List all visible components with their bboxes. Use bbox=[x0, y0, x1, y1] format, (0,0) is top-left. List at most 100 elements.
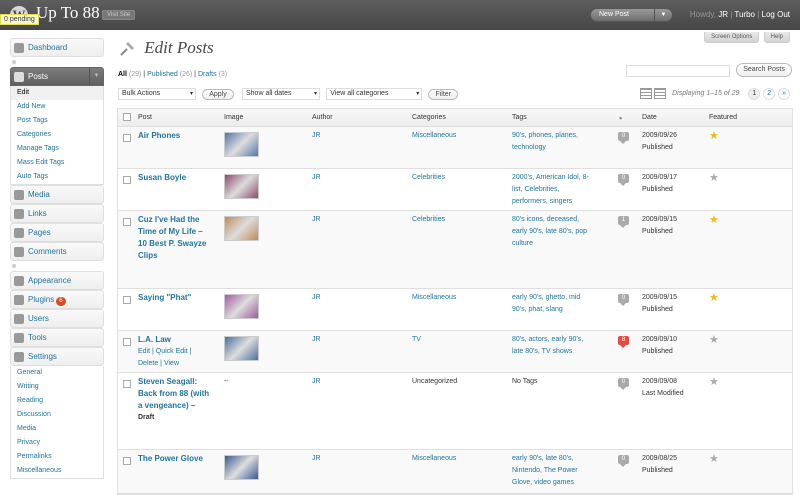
post-title-link[interactable]: Cuz I've Had the bbox=[138, 215, 199, 224]
filter-published-link[interactable]: Published bbox=[147, 71, 178, 78]
comment-count-bubble[interactable]: 8 bbox=[618, 336, 629, 348]
row-checkbox[interactable] bbox=[123, 134, 131, 142]
row-checkbox[interactable] bbox=[123, 380, 131, 388]
post-title-link[interactable]: Back from 88 (with bbox=[138, 389, 209, 398]
menu-media[interactable]: Media bbox=[10, 185, 104, 204]
tag-links[interactable]: list, Celebrities, bbox=[512, 186, 559, 193]
comment-count-bubble[interactable]: 1 bbox=[618, 216, 629, 228]
author-name[interactable]: JR bbox=[312, 294, 321, 301]
submenu-add-new[interactable]: Add New bbox=[11, 100, 103, 114]
author-name[interactable]: JR bbox=[312, 216, 321, 223]
list-view-icon[interactable] bbox=[640, 88, 653, 99]
tag-links[interactable]: culture bbox=[512, 240, 533, 247]
column-author[interactable]: Author bbox=[312, 114, 333, 121]
date-filter-select[interactable]: Show all dates ▾ bbox=[241, 88, 320, 100]
filter-drafts-link[interactable]: Drafts bbox=[198, 71, 217, 78]
comment-count-bubble[interactable]: 0 bbox=[618, 455, 629, 467]
author-name[interactable]: JR bbox=[312, 336, 321, 343]
comment-count-bubble[interactable]: 0 bbox=[618, 294, 629, 306]
tag-links[interactable]: early 90's, ghetto, mid bbox=[512, 294, 580, 301]
select-all-checkbox[interactable] bbox=[123, 113, 131, 121]
tag-links[interactable]: 90's, phones, planes, bbox=[512, 132, 578, 139]
featured-star-icon[interactable]: ★ bbox=[709, 173, 719, 184]
menu-pages[interactable]: Pages bbox=[10, 223, 104, 242]
featured-star-icon[interactable]: ★ bbox=[709, 335, 719, 346]
featured-star-icon[interactable]: ★ bbox=[709, 131, 719, 142]
menu-appearance[interactable]: Appearance bbox=[10, 271, 104, 290]
quick-edit-link[interactable]: Quick Edit bbox=[156, 348, 188, 355]
column-post[interactable]: Post bbox=[138, 114, 152, 121]
submenu-edit[interactable]: Edit bbox=[11, 86, 103, 100]
category-link[interactable]: Celebrities bbox=[412, 216, 445, 223]
comment-count-bubble[interactable]: 0 bbox=[618, 174, 629, 186]
site-title[interactable]: Up To 88 bbox=[36, 3, 100, 23]
tag-links[interactable]: Glove, video games bbox=[512, 479, 574, 486]
menu-links[interactable]: Links bbox=[10, 204, 104, 223]
tag-links[interactable]: late 80's, TV shows bbox=[512, 348, 572, 355]
post-title-link[interactable]: 10 Best P. Swayze bbox=[138, 239, 206, 248]
author-link[interactable]: JR bbox=[312, 453, 321, 465]
author-name[interactable]: JR bbox=[312, 132, 321, 139]
menu-comments[interactable]: Comments bbox=[10, 242, 104, 261]
menu-plugins[interactable]: Plugins 6 bbox=[10, 290, 104, 309]
menu-dashboard[interactable]: Dashboard bbox=[10, 38, 104, 57]
edit-link[interactable]: Edit bbox=[138, 348, 150, 355]
turbo-link[interactable]: Turbo bbox=[734, 10, 755, 19]
post-title-link[interactable]: Susan Boyle bbox=[138, 173, 186, 182]
bulk-actions-select[interactable]: Bulk Actions ▾ bbox=[118, 88, 196, 100]
submenu-media[interactable]: Media bbox=[11, 422, 103, 436]
row-checkbox[interactable] bbox=[123, 457, 131, 465]
submenu-auto-tags[interactable]: Auto Tags bbox=[11, 170, 103, 184]
tag-links[interactable]: 90's, phat, slang bbox=[512, 306, 563, 313]
tag-links[interactable]: early 90's, late 80's, bbox=[512, 455, 573, 462]
submenu-categories[interactable]: Categories bbox=[11, 128, 103, 142]
post-title-link[interactable]: Clips bbox=[138, 251, 158, 260]
category-link[interactable]: Miscellaneous bbox=[412, 132, 456, 139]
submenu-miscellaneous[interactable]: Miscellaneous bbox=[11, 464, 103, 478]
submenu-discussion[interactable]: Discussion bbox=[11, 408, 103, 422]
submenu-general[interactable]: General bbox=[11, 366, 103, 380]
post-title-link[interactable]: L.A. Law bbox=[138, 335, 171, 344]
author-link[interactable]: JR bbox=[312, 214, 321, 226]
tag-links[interactable]: early 90's, late 80's, pop bbox=[512, 228, 587, 235]
author-link[interactable]: JR bbox=[312, 334, 321, 346]
submenu-permalinks[interactable]: Permalinks bbox=[11, 450, 103, 464]
post-title-link[interactable]: Steven Seagall: bbox=[138, 377, 197, 386]
submenu-reading[interactable]: Reading bbox=[11, 394, 103, 408]
page-number-link[interactable]: 2 bbox=[763, 88, 776, 101]
category-link[interactable]: Miscellaneous bbox=[412, 294, 456, 301]
search-input[interactable] bbox=[626, 64, 730, 77]
username-link[interactable]: JR bbox=[718, 10, 728, 19]
post-title-link[interactable]: Time of My Life – bbox=[138, 227, 203, 236]
post-title-link[interactable]: Saying "Phat" bbox=[138, 293, 191, 302]
author-name[interactable]: JR bbox=[312, 455, 321, 462]
category-link[interactable]: TV bbox=[412, 336, 421, 343]
author-name[interactable]: JR bbox=[312, 378, 321, 385]
row-checkbox[interactable] bbox=[123, 296, 131, 304]
featured-star-icon[interactable]: ★ bbox=[709, 293, 719, 304]
row-checkbox[interactable] bbox=[123, 338, 131, 346]
menu-settings[interactable]: Settings bbox=[10, 347, 104, 366]
search-posts-button[interactable]: Search Posts bbox=[736, 63, 792, 77]
featured-star-icon[interactable]: ★ bbox=[709, 454, 719, 465]
category-link[interactable]: Celebrities bbox=[412, 174, 445, 181]
apply-button[interactable]: Apply bbox=[202, 88, 234, 100]
row-checkbox[interactable] bbox=[123, 176, 131, 184]
filter-button[interactable]: Filter bbox=[428, 88, 459, 100]
menu-users[interactable]: Users bbox=[10, 309, 104, 328]
submenu-mass-edit-tags[interactable]: Mass Edit Tags bbox=[11, 156, 103, 170]
submenu-privacy[interactable]: Privacy bbox=[11, 436, 103, 450]
new-post-button[interactable]: New Post ▼ bbox=[590, 8, 673, 22]
view-link[interactable]: View bbox=[164, 360, 179, 367]
delete-link[interactable]: Delete bbox=[138, 360, 158, 367]
author-link[interactable]: JR bbox=[312, 130, 321, 142]
category-link[interactable]: Miscellaneous bbox=[412, 455, 456, 462]
post-title-link[interactable]: a vengeance) – bbox=[138, 401, 195, 410]
submenu-post-tags[interactable]: Post Tags bbox=[11, 114, 103, 128]
post-title-link[interactable]: The Power Glove bbox=[138, 454, 203, 463]
post-title-link[interactable]: Air Phones bbox=[138, 131, 180, 140]
author-link[interactable]: JR bbox=[312, 376, 321, 388]
category-filter-select[interactable]: View all categories ▾ bbox=[326, 88, 423, 100]
featured-star-icon[interactable]: ★ bbox=[709, 215, 719, 226]
submenu-manage-tags[interactable]: Manage Tags bbox=[11, 142, 103, 156]
